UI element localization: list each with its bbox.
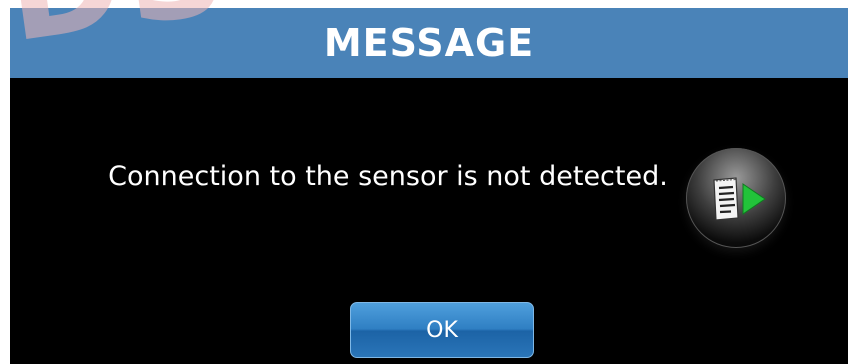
play-icon (742, 183, 766, 215)
report-play-button[interactable] (686, 148, 786, 248)
ok-button[interactable]: OK (350, 302, 534, 358)
report-play-icon (713, 177, 766, 221)
dialog-title: MESSAGE (323, 21, 535, 65)
message-dialog: MESSAGE Connection to the sensor is not … (10, 8, 848, 364)
dialog-title-bar: MESSAGE (10, 8, 848, 78)
document-icon (713, 177, 739, 221)
dialog-message: Connection to the sensor is not detected… (108, 161, 668, 192)
